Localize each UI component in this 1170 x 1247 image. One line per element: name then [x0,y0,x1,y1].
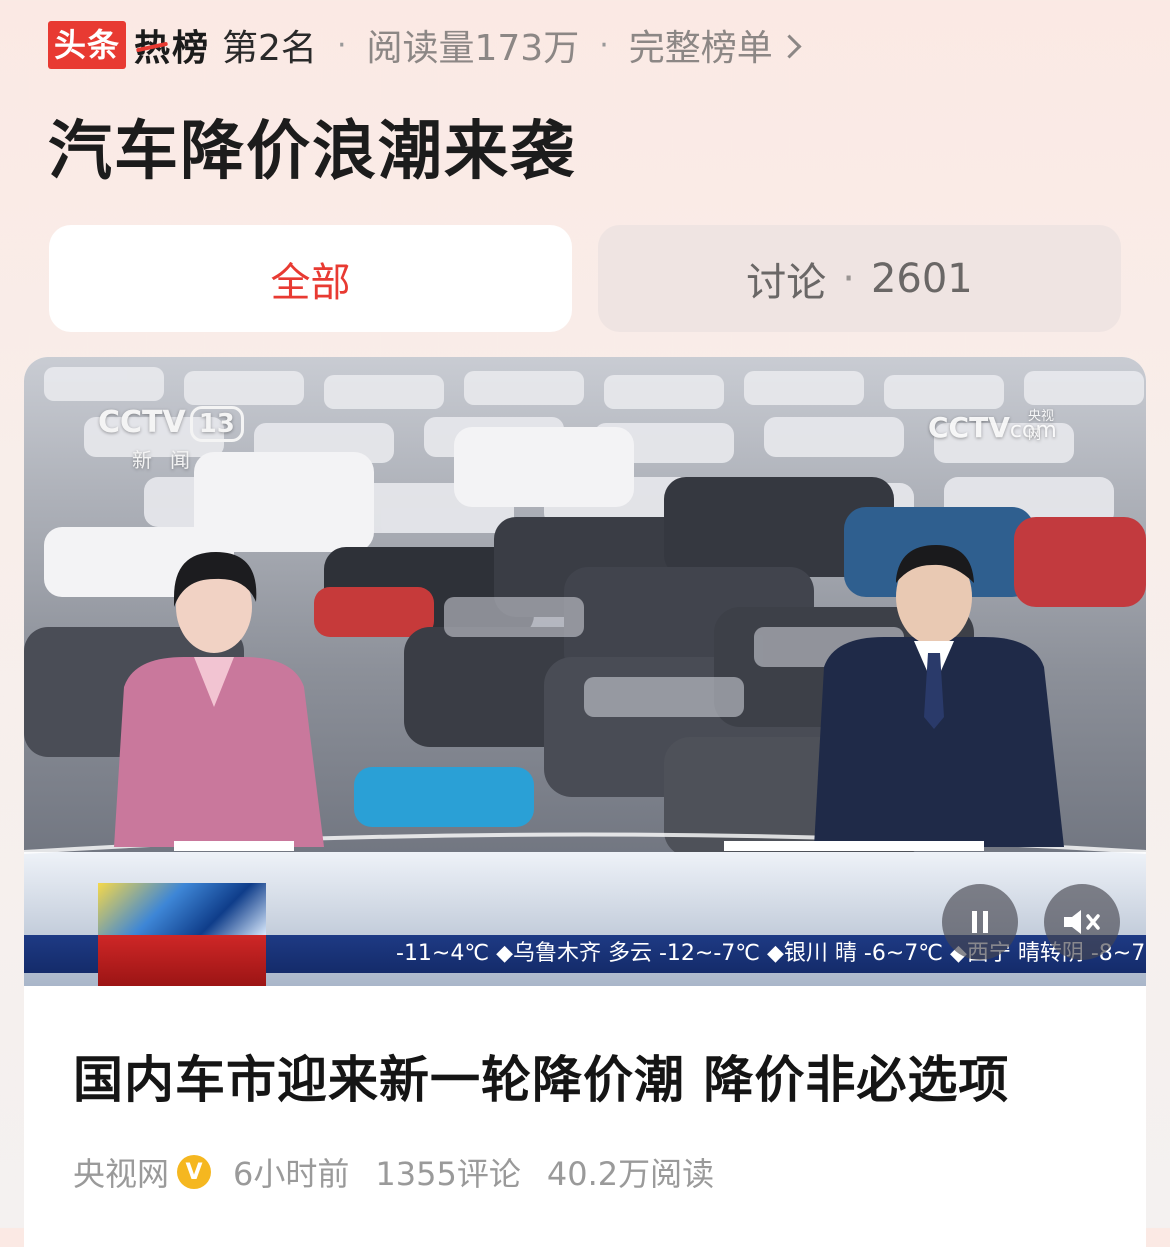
hot-list-header[interactable]: 头条 热榜 第2名 · 阅读量173万 · 完整榜单 [48,19,802,71]
channel-logo-text: CCTV [98,405,186,440]
site-watermark-cn: 央视网 [1028,409,1055,443]
site-watermark: CCTVcom 央视网 [928,409,1057,444]
toutiao-brand-logo: 头条 [48,21,127,69]
read-count-article: 40.2万阅读 [546,1155,715,1193]
discussion-count: 2601 [870,255,973,302]
mute-button[interactable] [1044,884,1120,960]
full-list-link[interactable]: 完整榜单 [629,19,773,71]
ticker-red-block [98,935,266,986]
channel-subtitle: 新闻 [132,448,208,472]
tab-discussion[interactable]: 讨论 · 2601 [598,225,1121,332]
site-watermark-text: CCTV [928,411,1010,444]
chevron-right-icon[interactable] [777,33,802,59]
tab-discussion-label: 讨论 [746,259,827,306]
separator-dot: · [599,27,609,63]
ticker-logo [98,883,266,935]
pause-icon [972,911,988,933]
publish-time: 6小时前 [233,1155,350,1193]
verified-badge-icon: V [177,1155,212,1189]
article-meta: 央视网 V 6小时前 1355评论 40.2万阅读 [73,1149,714,1195]
video-player[interactable]: CCTV 13 新闻 CCTVcom 央视网 -11~4℃ ◆乌鲁木齐 多云 -1… [24,357,1146,986]
source-name[interactable]: 央视网 [73,1149,169,1195]
channel-number: 13 [189,406,244,442]
separator-dot: · [842,255,855,302]
page-title: 汽车降价浪潮来袭 [48,115,576,189]
hot-list-brand-logo: 热榜 [134,19,210,71]
comment-count: 1355评论 [375,1155,521,1193]
separator-dot: · [336,27,347,63]
rank-label: 第2名 [222,28,317,69]
ticker-text: -11~4℃ ◆乌鲁木齐 多云 -12~-7℃ ◆银川 晴 -6~7℃ ◆西宁 … [396,941,1146,966]
pause-button[interactable] [942,884,1018,960]
news-card[interactable]: CCTV 13 新闻 CCTVcom 央视网 -11~4℃ ◆乌鲁木齐 多云 -1… [24,357,1146,1247]
tab-all-label: 全部 [270,259,351,306]
channel-logo: CCTV 13 新闻 [98,405,244,473]
article-title[interactable]: 国内车市迎来新一轮降价潮 降价非必选项 [73,1040,1009,1112]
read-count: 阅读量173万 [366,28,580,69]
speaker-muted-icon [1064,910,1100,934]
tab-all[interactable]: 全部 [49,225,572,332]
